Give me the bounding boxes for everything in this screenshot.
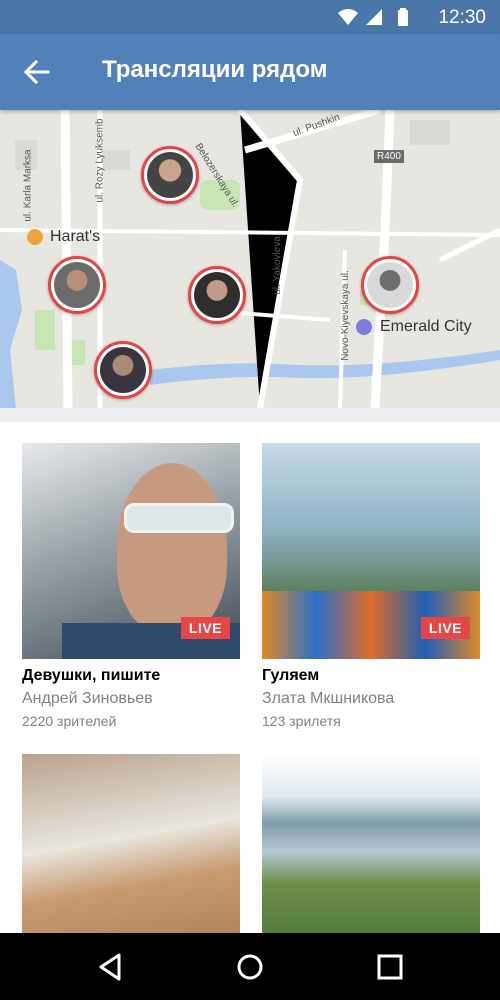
signal-icon — [366, 9, 382, 25]
avatar — [100, 347, 146, 393]
stream-author: Андрей Зиновьев — [22, 690, 153, 707]
stream-thumbnail: LIVE — [22, 443, 240, 659]
app-bar: Трансляции рядом — [0, 34, 500, 110]
stream-author: Злата Мкшникова — [262, 690, 395, 707]
viewer-count: 123 зрилетя — [262, 713, 341, 729]
avatar — [147, 152, 193, 198]
clock: 12:30 — [438, 7, 486, 28]
live-badge: LIVE — [180, 617, 230, 639]
live-badge: LIVE — [420, 617, 470, 639]
highway-shield: R400 — [374, 150, 404, 163]
stream-marker[interactable] — [361, 256, 419, 314]
stream-card[interactable]: LIVE Гуляем Злата Мкшникова 123 зрилетя — [262, 443, 480, 729]
stream-title: Девушки, пишите — [22, 667, 161, 684]
stream-marker[interactable] — [94, 341, 152, 399]
stream-marker[interactable] — [48, 256, 106, 314]
nav-back-icon[interactable] — [95, 951, 127, 983]
face-photo — [117, 463, 227, 633]
restaurant-icon — [27, 229, 43, 245]
street-label: ul. Karla Marksa — [22, 149, 34, 222]
battery-icon — [398, 10, 408, 26]
place-label: Emerald City — [380, 318, 472, 335]
stream-thumbnail: LIVE — [262, 443, 480, 659]
street-label: ul. Rozy Lyuksemb — [94, 118, 106, 203]
stream-marker[interactable] — [141, 146, 199, 204]
street-label: Novo-Kiyevskaya ul. — [339, 270, 351, 361]
page-title: Трансляции рядом — [102, 56, 328, 83]
status-icons — [338, 8, 408, 26]
stream-marker[interactable] — [188, 266, 246, 324]
wifi-icon — [338, 9, 358, 25]
divider — [0, 408, 500, 422]
stream-title: Гуляем — [262, 667, 320, 684]
back-arrow-icon[interactable] — [18, 54, 54, 90]
nav-home-icon[interactable] — [234, 951, 266, 983]
sunglasses-photo — [124, 503, 234, 533]
avatar — [54, 262, 100, 308]
viewer-count: 2220 зрителей — [22, 713, 117, 729]
nav-recents-icon[interactable] — [374, 951, 406, 983]
nearby-map[interactable]: ul. Pushkin Belozerskaya ul. ul. Karla M… — [0, 110, 500, 408]
navigation-bar — [0, 933, 500, 1000]
avatar — [367, 262, 413, 308]
stream-card[interactable]: LIVE Девушки, пишите Андрей Зиновьев 222… — [22, 443, 240, 729]
shopping-icon — [356, 319, 372, 335]
street-label: ul. Yakovleva — [271, 236, 283, 295]
status-bar: 12:30 — [0, 0, 500, 34]
place-label: Harat's — [50, 228, 101, 245]
avatar — [194, 272, 240, 318]
